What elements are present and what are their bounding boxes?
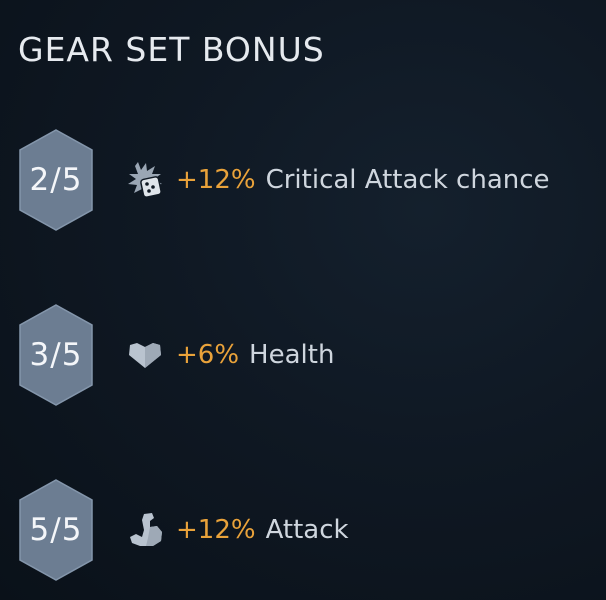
set-bonus-tier: 5/5 +12% Attack: [18, 478, 578, 582]
piece-count-label: 2/5: [29, 162, 83, 198]
piece-count-badge: 3/5: [18, 303, 94, 407]
gear-set-bonus-panel: GEAR SET BONUS 2/5 +12% Critical Attack …: [0, 0, 606, 600]
bonus-row: +12% Attack: [124, 510, 349, 550]
bonus-value: +12%: [176, 515, 256, 545]
piece-count-label: 5/5: [29, 512, 83, 548]
piece-count-badge: 2/5: [18, 128, 94, 232]
set-bonus-tier: 3/5 +6% Health: [18, 303, 578, 407]
bonus-value: +6%: [176, 340, 240, 370]
set-bonus-tier: 2/5 +12% Critical Attack chance: [18, 128, 578, 232]
panel-title: GEAR SET BONUS: [18, 30, 325, 69]
bonus-stat: Attack: [265, 515, 349, 545]
heart-icon: [124, 335, 166, 375]
bonus-value: +12%: [176, 165, 256, 195]
bonus-stat: Health: [249, 340, 335, 370]
bonus-row: +6% Health: [124, 335, 334, 375]
flexed-arm-icon: [124, 510, 166, 550]
piece-count-label: 3/5: [29, 337, 83, 373]
bonus-row: +12% Critical Attack chance: [124, 160, 550, 200]
critical-dice-icon: [124, 160, 166, 200]
bonus-stat: Critical Attack chance: [265, 165, 550, 195]
piece-count-badge: 5/5: [18, 478, 94, 582]
